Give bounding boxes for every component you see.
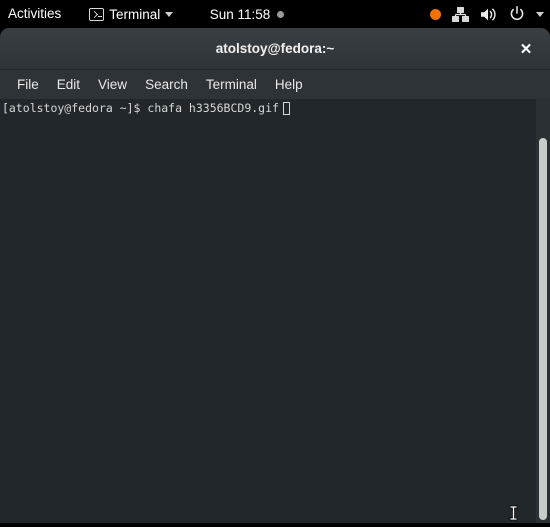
clock-label: Sun 11:58 bbox=[209, 6, 271, 22]
chevron-down-icon bbox=[165, 11, 174, 17]
gnome-top-bar: Activities Terminal Sun 11:58 bbox=[0, 0, 550, 28]
clock-button[interactable]: Sun 11:58 bbox=[187, 0, 307, 28]
menu-item-file[interactable]: File bbox=[8, 70, 48, 99]
terminal-prompt-line: [atolstoy@fedora ~]$ chafa h3356BCD9.gif bbox=[2, 101, 536, 116]
terminal-cursor bbox=[282, 102, 290, 115]
menu-item-terminal[interactable]: Terminal bbox=[197, 70, 266, 99]
terminal-scrollbar[interactable] bbox=[536, 99, 550, 523]
terminal-output[interactable]: [atolstoy@fedora ~]$ chafa h3356BCD9.gif bbox=[0, 99, 536, 523]
window-titlebar[interactable]: atolstoy@fedora:~ ✕ bbox=[0, 28, 550, 70]
wired-network-icon[interactable] bbox=[452, 6, 469, 22]
menu-item-search[interactable]: Search bbox=[136, 70, 197, 99]
notification-dot-icon bbox=[277, 10, 285, 18]
power-icon[interactable] bbox=[509, 6, 525, 22]
close-window-button[interactable]: ✕ bbox=[514, 37, 538, 61]
menu-item-help[interactable]: Help bbox=[266, 70, 312, 99]
terminal-command-text: [atolstoy@fedora ~]$ chafa h3356BCD9.gif bbox=[2, 101, 279, 115]
scrollbar-thumb[interactable] bbox=[539, 138, 547, 520]
volume-speaker-icon[interactable] bbox=[480, 7, 498, 22]
menu-item-view[interactable]: View bbox=[89, 70, 136, 99]
menu-item-edit[interactable]: Edit bbox=[48, 70, 89, 99]
system-status-area[interactable] bbox=[430, 0, 544, 28]
app-menu-label: Terminal bbox=[109, 6, 161, 22]
activities-label: Activities bbox=[8, 6, 62, 21]
menu-bar: File Edit View Search Terminal Help bbox=[0, 70, 550, 99]
terminal-icon bbox=[89, 7, 105, 21]
system-menu-chevron-down-icon[interactable] bbox=[536, 11, 544, 17]
terminal-window: atolstoy@fedora:~ ✕ File Edit View Searc… bbox=[0, 28, 550, 523]
terminal-area[interactable]: [atolstoy@fedora ~]$ chafa h3356BCD9.gif bbox=[0, 99, 550, 523]
screen-recording-dot-icon[interactable] bbox=[430, 8, 441, 20]
activities-button[interactable]: Activities bbox=[0, 0, 71, 28]
window-title: atolstoy@fedora:~ bbox=[215, 41, 335, 56]
app-menu-button[interactable]: Terminal bbox=[81, 0, 181, 28]
